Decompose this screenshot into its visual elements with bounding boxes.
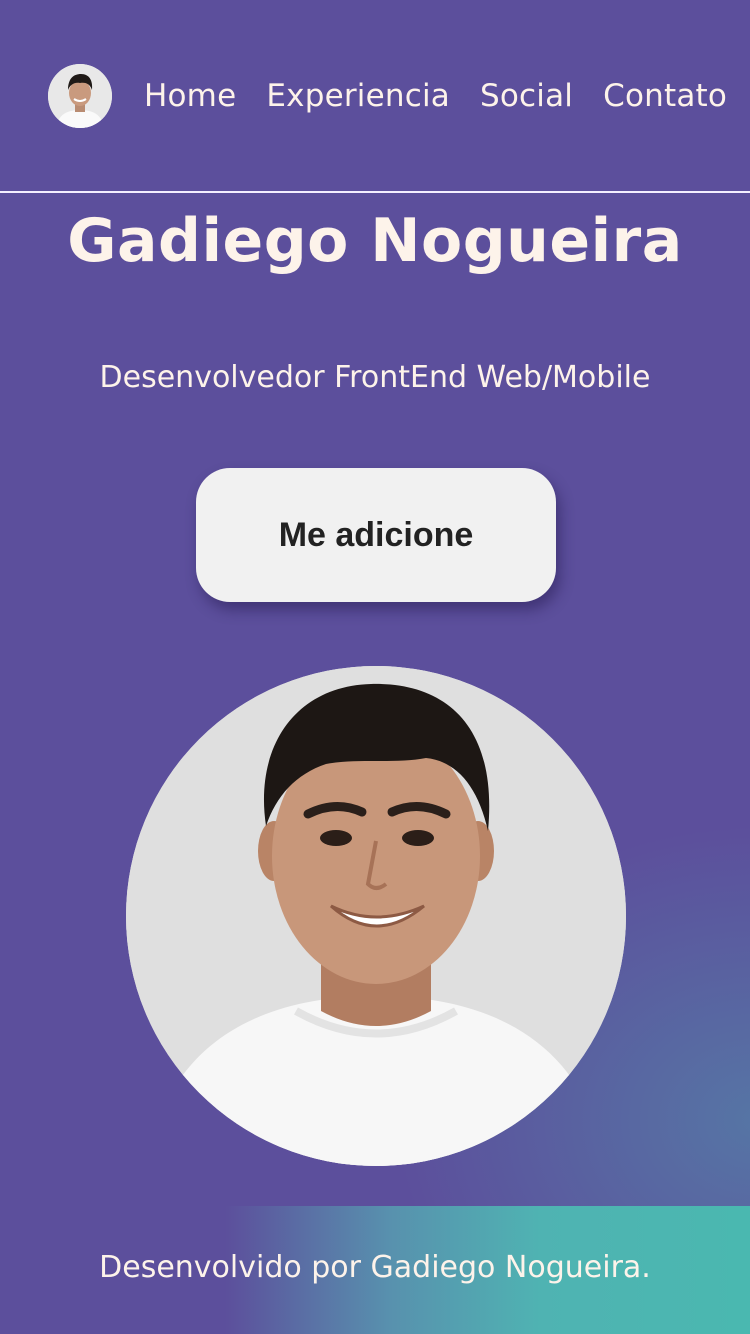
main-nav: Home Experiencia Social Contato (144, 74, 727, 118)
nav-link-social[interactable]: Social (480, 78, 573, 114)
avatar-photo-icon (48, 64, 112, 128)
site-header: Home Experiencia Social Contato (0, 0, 750, 192)
portrait-photo-icon (126, 666, 626, 1166)
hero-subtitle: Desenvolvedor FrontEnd Web/Mobile (99, 360, 651, 395)
header-divider (0, 191, 750, 193)
footer-credit: Desenvolvido por Gadiego Nogueira. (99, 1250, 651, 1285)
site-footer: Desenvolvido por Gadiego Nogueira. (0, 1206, 750, 1334)
nav-link-home[interactable]: Home (144, 78, 236, 114)
nav-link-experiencia[interactable]: Experiencia (266, 78, 450, 114)
nav-link-contato[interactable]: Contato (603, 78, 727, 114)
header-avatar[interactable] (48, 64, 112, 128)
add-me-button[interactable]: Me adicione (196, 468, 556, 602)
profile-photo (126, 666, 626, 1166)
hero-title: Gadiego Nogueira (67, 206, 683, 276)
